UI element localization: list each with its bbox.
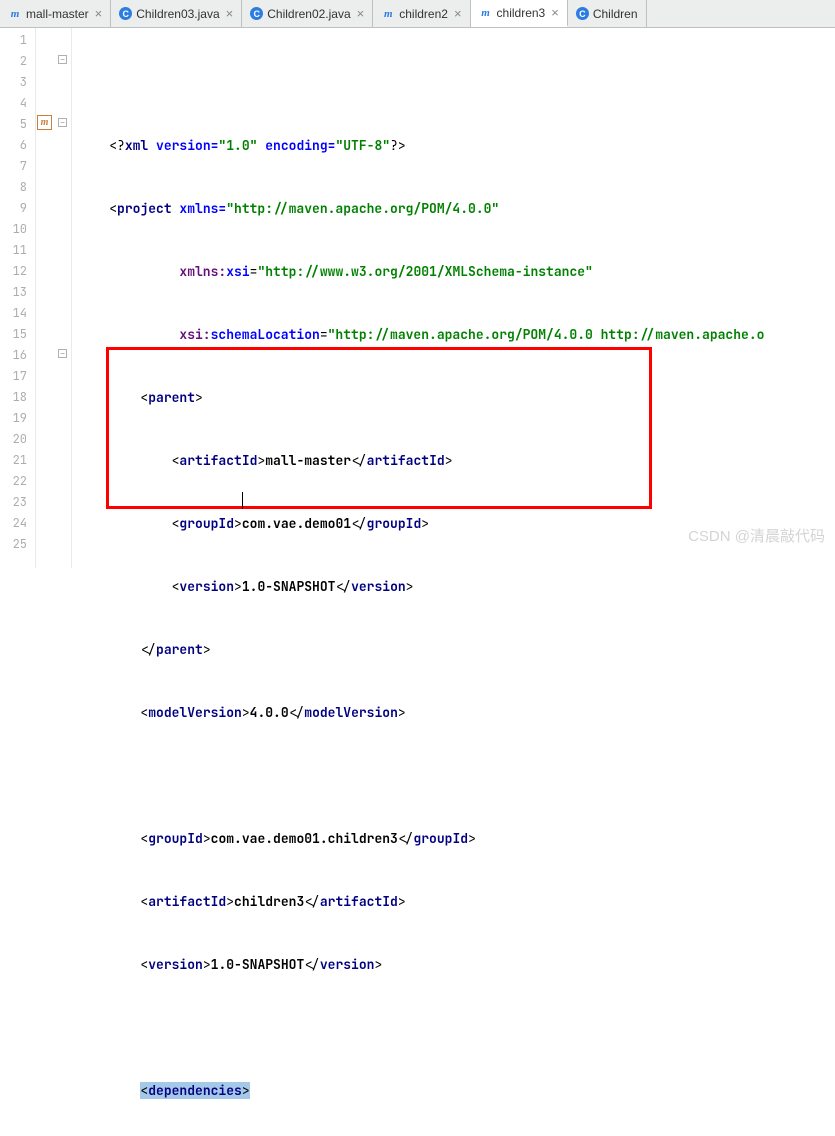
close-icon[interactable]: ×: [551, 5, 559, 20]
maven-gutter-icon[interactable]: m: [37, 115, 52, 130]
line-number: 10: [0, 219, 35, 240]
line-number: 5: [0, 114, 35, 135]
close-icon[interactable]: ×: [226, 6, 234, 21]
line-number: 24: [0, 513, 35, 534]
line-number: 6: [0, 135, 35, 156]
fold-toggle-icon[interactable]: −: [58, 349, 67, 358]
line-number: 23: [0, 492, 35, 513]
tab-children03-java[interactable]: C Children03.java ×: [111, 0, 242, 27]
line-gutter: 1 2 3 4 5 6 7 8 9 10 11 12 13 14 15 16 1…: [0, 28, 36, 568]
line-number: 19: [0, 408, 35, 429]
line-number: 2: [0, 51, 35, 72]
close-icon[interactable]: ×: [454, 6, 462, 21]
code-area[interactable]: <?xml version="1.0" encoding="UTF-8"?> <…: [72, 28, 835, 568]
line-number: 25: [0, 534, 35, 555]
fold-toggle-icon[interactable]: −: [58, 118, 67, 127]
maven-icon: m: [381, 7, 395, 21]
tab-bar: m mall-master × C Children03.java × C Childre…: [0, 0, 835, 28]
tab-children3-pom[interactable]: m children3 ×: [471, 0, 568, 27]
line-number: 8: [0, 177, 35, 198]
line-number: 22: [0, 471, 35, 492]
text-caret: [242, 492, 243, 509]
line-number: 15: [0, 324, 35, 345]
icon-margin: m: [36, 28, 54, 568]
fold-margin: − − −: [54, 28, 72, 568]
line-number: 21: [0, 450, 35, 471]
class-icon: C: [250, 7, 263, 20]
tab-label: mall-master: [26, 7, 89, 21]
tab-mall-master[interactable]: m mall-master ×: [0, 0, 111, 27]
highlight-box: [106, 347, 652, 509]
line-number: 13: [0, 282, 35, 303]
line-number: 3: [0, 72, 35, 93]
line-number: 11: [0, 240, 35, 261]
tab-children-cut[interactable]: C Children: [568, 0, 647, 27]
line-number: 12: [0, 261, 35, 282]
maven-icon: m: [479, 6, 493, 20]
tab-label: Children: [593, 7, 638, 21]
tab-label: Children02.java: [267, 7, 350, 21]
line-number: 14: [0, 303, 35, 324]
editor: 1 2 3 4 5 6 7 8 9 10 11 12 13 14 15 16 1…: [0, 28, 835, 568]
tab-children02-java[interactable]: C Children02.java ×: [242, 0, 373, 27]
tab-label: children3: [497, 6, 546, 20]
line-number: 1: [0, 30, 35, 51]
class-icon: C: [576, 7, 589, 20]
class-icon: C: [119, 7, 132, 20]
line-number: 18: [0, 387, 35, 408]
line-number: 17: [0, 366, 35, 387]
line-number: 20: [0, 429, 35, 450]
close-icon[interactable]: ×: [357, 6, 365, 21]
line-number: 7: [0, 156, 35, 177]
line-number: 9: [0, 198, 35, 219]
fold-toggle-icon[interactable]: −: [58, 55, 67, 64]
maven-icon: m: [8, 7, 22, 21]
tab-children2-pom[interactable]: m children2 ×: [373, 0, 470, 27]
close-icon[interactable]: ×: [95, 6, 103, 21]
line-number: 4: [0, 93, 35, 114]
tab-label: Children03.java: [136, 7, 219, 21]
tab-label: children2: [399, 7, 448, 21]
line-number: 16: [0, 345, 35, 366]
